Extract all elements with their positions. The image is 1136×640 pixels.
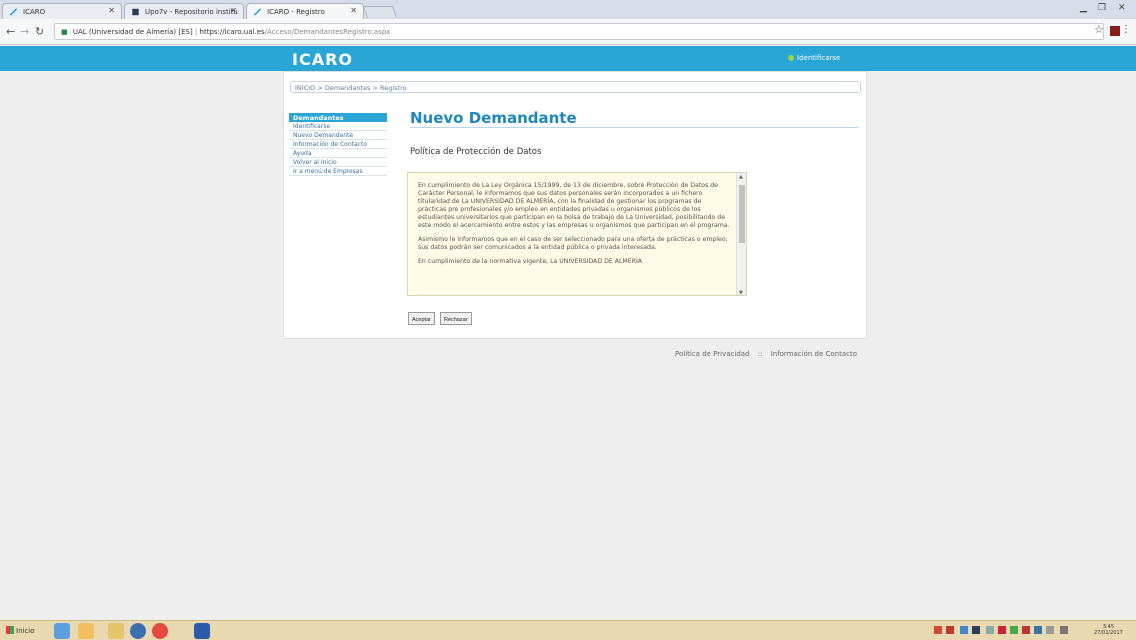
tray-icon[interactable] bbox=[1022, 626, 1030, 634]
tray-icon[interactable] bbox=[960, 626, 968, 634]
new-tab-button[interactable] bbox=[362, 6, 398, 18]
section-title: Política de Protección de Datos bbox=[410, 147, 542, 157]
url-path: /Acceso/DemandantesRegistro.aspx bbox=[264, 28, 391, 36]
footer-separator: :: bbox=[757, 350, 763, 358]
tray-icon[interactable] bbox=[998, 626, 1006, 634]
tray-icon[interactable] bbox=[986, 626, 994, 634]
browser-tab-title: ICARO - Registro bbox=[267, 8, 325, 16]
tray-icon[interactable] bbox=[1034, 626, 1042, 634]
reject-button[interactable]: Rechazar bbox=[440, 312, 472, 325]
breadcrumb[interactable]: INICIO > Demandantes > Registro bbox=[290, 81, 861, 93]
browser-toolbar: ← → ↻ ■ UAL (Universidad de Almería) [ES… bbox=[0, 19, 1136, 45]
sidebar-item-nuevo-demandante[interactable]: Nuevo Demandante bbox=[289, 131, 387, 140]
forward-arrow-icon[interactable]: → bbox=[20, 25, 29, 38]
policy-paragraph: En cumplimiento de La Ley Orgánica 15/19… bbox=[418, 182, 730, 229]
scroll-down-icon[interactable]: ▼ bbox=[739, 290, 743, 295]
minimize-icon[interactable]: ▁ bbox=[1080, 3, 1087, 15]
sidebar-item-volver-inicio[interactable]: Volver al Inicio bbox=[289, 158, 387, 167]
sidebar-item-identificarse[interactable]: Identificarse bbox=[289, 122, 387, 131]
extension-icon[interactable] bbox=[1110, 26, 1120, 36]
tray-icon[interactable] bbox=[1010, 626, 1018, 634]
media-player-icon[interactable] bbox=[78, 623, 94, 639]
policy-paragraph: En cumplimiento de la normativa vigente,… bbox=[418, 258, 643, 265]
icaro-favicon-icon bbox=[9, 8, 18, 16]
internet-explorer-icon[interactable] bbox=[54, 623, 70, 639]
page-title: Nuevo Demandante bbox=[410, 109, 577, 127]
privacy-policy-box[interactable]: En cumplimiento de La Ley Orgánica 15/19… bbox=[407, 172, 747, 296]
maximize-icon[interactable]: ❐ bbox=[1098, 3, 1106, 15]
browser-tab-3[interactable]: ICARO - Registro ✕ bbox=[246, 3, 364, 19]
reload-icon[interactable]: ↻ bbox=[35, 25, 44, 38]
contact-info-link[interactable]: Información de Contacto bbox=[771, 350, 857, 358]
sidebar-item-informacion-contacto[interactable]: Información de Contacto bbox=[289, 140, 387, 149]
tray-icon[interactable] bbox=[946, 626, 954, 634]
os-taskbar: Inicio 3:45 27/01/2017 bbox=[0, 620, 1136, 640]
system-clock[interactable]: 3:45 27/01/2017 bbox=[1094, 624, 1123, 636]
sidebar-nav: Demandantes Identificarse Nuevo Demandan… bbox=[289, 113, 387, 176]
privacy-policy-text: En cumplimiento de La Ley Orgánica 15/19… bbox=[418, 182, 730, 272]
bookmark-star-icon[interactable]: ☆ bbox=[1094, 23, 1104, 36]
browser-menu-icon[interactable]: ⋮ bbox=[1121, 24, 1131, 35]
lock-icon: ■ bbox=[61, 28, 68, 36]
back-arrow-icon[interactable]: ← bbox=[6, 25, 15, 38]
browser-tab-title: ICARO bbox=[23, 8, 46, 16]
sidebar-item-menu-empresas[interactable]: Ir a menú de Empresas bbox=[289, 167, 387, 176]
start-button[interactable]: Inicio bbox=[6, 626, 35, 635]
close-icon[interactable]: ✕ bbox=[108, 6, 115, 15]
main-container: INICIO > Demandantes > Registro Demandan… bbox=[283, 71, 867, 339]
site-identity: UAL (Universidad de Almería) [ES] bbox=[72, 28, 193, 36]
icaro-favicon-icon bbox=[253, 8, 262, 16]
tray-icon[interactable] bbox=[972, 626, 980, 634]
login-link[interactable]: Identificarse bbox=[788, 54, 840, 62]
close-window-icon[interactable]: ✕ bbox=[1118, 3, 1126, 15]
policy-scrollbar[interactable]: ▲ ▼ bbox=[736, 173, 746, 295]
site-logo[interactable]: ICARO bbox=[292, 50, 353, 69]
scrollbar-thumb[interactable] bbox=[739, 185, 745, 243]
url-host: https://icaro.ual.es bbox=[199, 28, 265, 36]
browser-tab-2[interactable]: Upo7v - Repositorio institu ✕ bbox=[124, 3, 244, 19]
sidebar-item-ayuda[interactable]: Ayuda bbox=[289, 149, 387, 158]
close-icon[interactable]: ✕ bbox=[350, 6, 357, 15]
site-header: ICARO Identificarse bbox=[0, 46, 1136, 71]
browser-tabstrip: ICARO ✕ Upo7v - Repositorio institu ✕ IC… bbox=[0, 0, 1136, 19]
close-icon[interactable]: ✕ bbox=[230, 6, 237, 15]
file-explorer-icon[interactable] bbox=[108, 623, 124, 639]
policy-paragraph: Asimismo le informamos que en el caso de… bbox=[418, 236, 728, 251]
address-bar[interactable]: ■ UAL (Universidad de Almería) [ES] | ht… bbox=[54, 23, 1104, 40]
chrome-icon[interactable] bbox=[152, 623, 168, 639]
scroll-up-icon[interactable]: ▲ bbox=[739, 174, 743, 180]
browser-tab-1[interactable]: ICARO ✕ bbox=[2, 3, 122, 19]
title-divider bbox=[410, 127, 859, 128]
app-icon[interactable] bbox=[130, 623, 146, 639]
tray-icon[interactable] bbox=[934, 626, 942, 634]
browser-tab-title: Upo7v - Repositorio institu bbox=[145, 8, 238, 16]
repository-favicon-icon bbox=[132, 8, 139, 16]
accept-button[interactable]: Aceptar bbox=[408, 312, 435, 325]
footer-links: Política de Privacidad :: Información de… bbox=[675, 350, 857, 358]
privacy-policy-link[interactable]: Política de Privacidad bbox=[675, 350, 750, 358]
sidebar-header: Demandantes bbox=[289, 113, 387, 122]
volume-icon[interactable] bbox=[1060, 626, 1068, 634]
network-icon[interactable] bbox=[1046, 626, 1054, 634]
windows-flag-icon bbox=[6, 626, 14, 634]
user-status-icon bbox=[788, 55, 794, 61]
word-icon[interactable] bbox=[194, 623, 210, 639]
